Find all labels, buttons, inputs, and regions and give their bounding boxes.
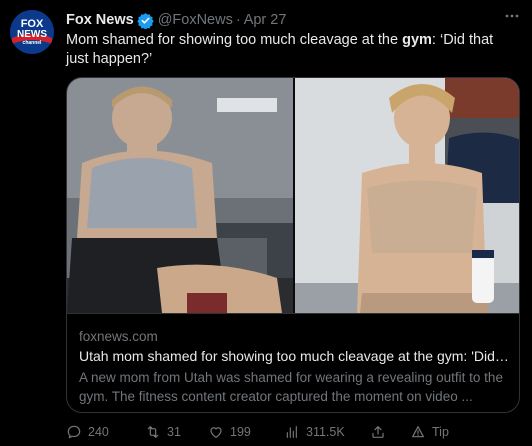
views-count: 311.5K xyxy=(306,425,345,439)
share-button[interactable] xyxy=(370,424,392,440)
tweet-header: Fox News @FoxNews · Apr 27 xyxy=(66,11,286,29)
tweet-text: Mom shamed for showing too much cleavage… xyxy=(66,31,516,69)
tweet[interactable]: FOX NEWS channel Fox News @FoxNews · Apr… xyxy=(0,0,532,446)
more-icon[interactable] xyxy=(502,6,522,26)
tip-button[interactable]: Tip xyxy=(410,424,449,440)
separator-dot: · xyxy=(235,12,241,28)
reply-button[interactable]: 240 xyxy=(66,424,109,440)
card-description: A new mom from Utah was shamed for weari… xyxy=(79,370,503,404)
fox-news-logo: FOX NEWS channel xyxy=(10,10,54,54)
tip-label: Tip xyxy=(432,425,449,439)
timestamp[interactable]: Apr 27 xyxy=(244,12,287,28)
action-bar: 240 31 199 311.5K Tip xyxy=(66,424,520,444)
reply-count: 240 xyxy=(88,425,109,439)
like-count: 199 xyxy=(230,425,251,439)
card-image-right xyxy=(295,78,519,313)
retweet-count: 31 xyxy=(167,425,181,439)
card-image[interactable] xyxy=(67,78,519,313)
tweet-text-start: Mom shamed for showing too much cleavage… xyxy=(66,32,403,48)
card-image-left xyxy=(67,78,293,313)
card-divider xyxy=(67,313,519,314)
views-icon xyxy=(286,426,297,438)
retweet-icon xyxy=(147,426,159,438)
retweet-button[interactable]: 31 xyxy=(145,424,181,440)
handle[interactable]: @FoxNews xyxy=(158,12,233,28)
avatar[interactable]: FOX NEWS channel xyxy=(10,10,54,54)
card-title[interactable]: Utah mom shamed for showing too much cle… xyxy=(79,348,511,364)
share-icon xyxy=(372,426,384,438)
verified-badge-icon[interactable] xyxy=(136,12,154,29)
link-card[interactable]: foxnews.com Utah mom shamed for showing … xyxy=(66,77,520,413)
tip-icon xyxy=(412,426,424,438)
logo-line-news: NEWS xyxy=(17,29,47,40)
reply-icon xyxy=(67,425,81,439)
logo-line-channel: channel xyxy=(23,40,43,46)
views-button[interactable]: 311.5K xyxy=(284,424,345,440)
display-name[interactable]: Fox News xyxy=(66,12,134,28)
card-domain: foxnews.com xyxy=(79,329,158,344)
like-button[interactable]: 199 xyxy=(208,424,251,440)
tweet-text-bold: gym xyxy=(402,32,432,48)
heart-icon xyxy=(210,427,222,438)
